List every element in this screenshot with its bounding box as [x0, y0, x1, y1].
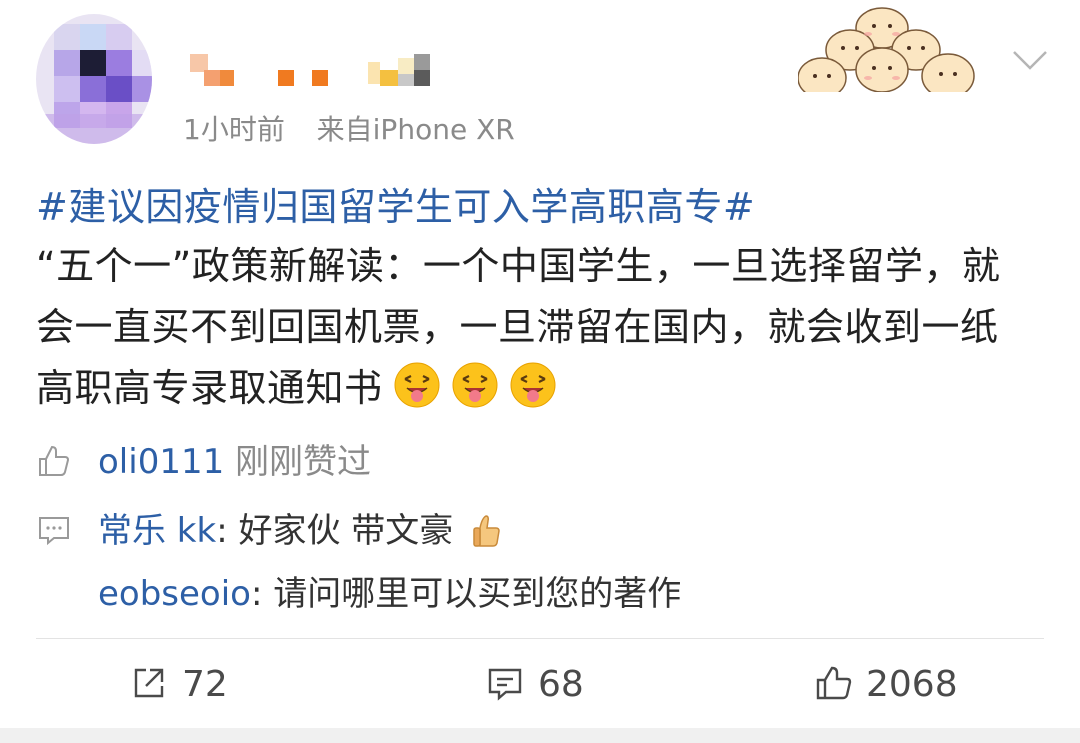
- tongue-out-emoji-1: [394, 362, 440, 408]
- liker-name[interactable]: oli0111: [98, 442, 224, 482]
- thumbs-up-emoji: [473, 515, 500, 547]
- chevron-down-icon[interactable]: [1010, 44, 1050, 76]
- share-button[interactable]: 72: [130, 664, 228, 705]
- commenter-name[interactable]: eobseoio: [98, 574, 251, 614]
- comment-item: eobseoio: 请问哪里可以买到您的著作: [98, 566, 681, 615]
- thumbs-up-icon: [39, 445, 70, 476]
- liked-text: 刚刚赞过: [235, 442, 372, 482]
- device-source[interactable]: iPhone XR: [373, 113, 515, 146]
- comment-text: 好家伙 带文豪: [238, 511, 454, 551]
- source-prefix: 来自: [316, 113, 373, 146]
- post-hashtag[interactable]: #建议因疫情归国留学生可入学高职高专#: [36, 176, 755, 231]
- like-count: 2068: [866, 664, 958, 705]
- tongue-out-emoji-2: [452, 362, 498, 408]
- comment-separator: :: [250, 574, 274, 614]
- share-icon: [134, 668, 164, 698]
- comment-item: 常乐 kk: 好家伙 带文豪: [36, 503, 502, 552]
- share-count: 72: [182, 664, 228, 705]
- card-decoration: [798, 6, 984, 92]
- divider: [36, 638, 1044, 639]
- post-meta: 1小时前 来自iPhone XR: [183, 108, 515, 148]
- username-blurred[interactable]: [190, 48, 460, 90]
- tongue-out-emoji-3: [510, 362, 556, 408]
- commenter-name[interactable]: 常乐 kk: [98, 511, 216, 551]
- comment-icon: [39, 517, 69, 546]
- thumbs-up-icon: [816, 666, 852, 700]
- comment-text: 请问哪里可以买到您的著作: [273, 574, 682, 614]
- post-body: “五个一”政策新解读：一个中国学生，一旦选择留学，就会一直买不到回国机票，一旦滞…: [36, 236, 1036, 419]
- comment-button[interactable]: 68: [486, 664, 584, 705]
- post-time: 1小时前: [183, 113, 285, 146]
- avatar[interactable]: [36, 14, 152, 144]
- comment-icon: [488, 668, 522, 701]
- like-button[interactable]: 2068: [814, 664, 958, 705]
- bottom-separator: [0, 728, 1080, 743]
- comment-count: 68: [538, 664, 584, 705]
- comment-separator: :: [216, 511, 239, 551]
- liked-by-row: oli0111 刚刚赞过: [36, 434, 371, 483]
